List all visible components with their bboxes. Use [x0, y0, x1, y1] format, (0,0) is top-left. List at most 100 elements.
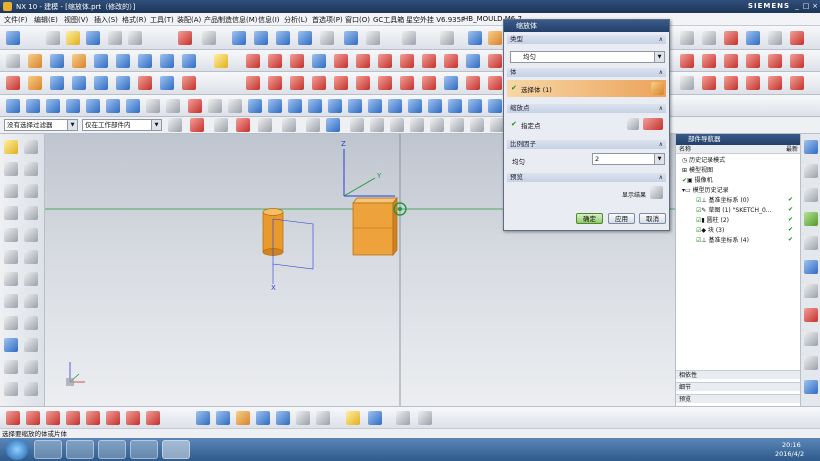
- spline-tool-icon[interactable]: [4, 250, 18, 264]
- menu-file[interactable]: 文件(F): [4, 15, 28, 25]
- snap-control-point-icon[interactable]: [390, 118, 404, 132]
- scale-body-dialog[interactable]: 缩放体 类型 ∧ 均匀 ▼ 体 ∧ ✔ 选择体 (1) 缩放点 ∧ ✔ 指定点 比例因…: [503, 19, 670, 231]
- open-folder-icon[interactable]: [66, 31, 80, 45]
- midsurface-icon[interactable]: [488, 76, 502, 90]
- cancel-button[interactable]: 取消: [639, 213, 666, 224]
- view-iso-icon[interactable]: [298, 31, 312, 45]
- edit-tool-6-icon[interactable]: [296, 411, 310, 425]
- cylinder-icon[interactable]: [50, 54, 64, 68]
- bounded-plane-icon[interactable]: [94, 76, 108, 90]
- curve-bridge-icon[interactable]: [790, 54, 804, 68]
- fit-view-icon[interactable]: [178, 31, 192, 45]
- constraint-navigator-icon[interactable]: [804, 164, 818, 178]
- analysis-radius-icon[interactable]: [768, 76, 782, 90]
- line-tool-icon[interactable]: [24, 140, 38, 154]
- web-browser-icon[interactable]: [804, 260, 818, 274]
- mould-tool-2-icon[interactable]: [26, 99, 40, 113]
- system-scenes-icon[interactable]: [804, 380, 818, 394]
- divide-curve-icon[interactable]: [4, 360, 18, 374]
- text-a-icon[interactable]: [368, 411, 382, 425]
- reuse-library-icon[interactable]: [804, 212, 818, 226]
- view-right-icon[interactable]: [276, 31, 290, 45]
- ok-button[interactable]: 确定: [576, 213, 603, 224]
- edit-tool-5-icon[interactable]: [276, 411, 290, 425]
- project-curve-icon[interactable]: [4, 338, 18, 352]
- profile-icon[interactable]: [4, 162, 18, 176]
- point-dialog-icon[interactable]: [627, 118, 639, 130]
- fillet-tool-icon[interactable]: [24, 184, 38, 198]
- copy-icon[interactable]: [128, 31, 142, 45]
- snap-existing-icon[interactable]: [470, 118, 484, 132]
- apply-button[interactable]: 应用: [608, 213, 635, 224]
- mould-tool-14-icon[interactable]: [268, 99, 282, 113]
- taskbar-ie-button[interactable]: [34, 440, 62, 459]
- shell-icon[interactable]: [290, 54, 304, 68]
- mould-tool-10-icon[interactable]: [188, 99, 202, 113]
- column-name[interactable]: 名称: [679, 146, 691, 153]
- curve-spline-icon[interactable]: [724, 54, 738, 68]
- vector-icon[interactable]: [258, 118, 272, 132]
- selection-filter-dropdown[interactable]: 没有选择过滤器 ▼: [4, 119, 78, 131]
- subtract-icon[interactable]: [138, 54, 152, 68]
- snap-toggle-icon[interactable]: [190, 118, 204, 132]
- menu-gc-toolbox[interactable]: GC工具箱: [373, 15, 404, 25]
- analysis-slope-icon[interactable]: [790, 76, 804, 90]
- scope-dropdown[interactable]: 仅在工作部件内 ▼: [82, 119, 162, 131]
- snap-on-curve-icon[interactable]: [490, 118, 504, 132]
- mould-tool-11-icon[interactable]: [208, 99, 222, 113]
- maximize-button[interactable]: □: [802, 2, 810, 10]
- body-section[interactable]: 体 ∧: [507, 68, 666, 77]
- text-style-icon[interactable]: [418, 411, 432, 425]
- mould-tool-3-icon[interactable]: [46, 99, 60, 113]
- rect-select-icon[interactable]: [306, 118, 320, 132]
- menu-window[interactable]: 窗口(O): [345, 15, 370, 25]
- curve-line-icon[interactable]: [680, 54, 694, 68]
- rectangle-tool-icon[interactable]: [4, 206, 18, 220]
- tree-item[interactable]: ◷ 历史记录模式: [682, 156, 725, 165]
- mould-tool-7-icon[interactable]: [126, 99, 140, 113]
- corner-icon[interactable]: [24, 360, 38, 374]
- snap-end-point-icon[interactable]: [350, 118, 364, 132]
- tree-item[interactable]: ☑◆ 块 (3): [696, 226, 724, 235]
- snap-center-icon[interactable]: [746, 31, 760, 45]
- curve-arc-icon[interactable]: [702, 54, 716, 68]
- taskbar-explorer-button[interactable]: [98, 440, 126, 459]
- section-surface-icon[interactable]: [444, 76, 458, 90]
- mould-tool-24-icon[interactable]: [468, 99, 482, 113]
- new-file-icon[interactable]: [46, 31, 60, 45]
- mould-tool-22-icon[interactable]: [428, 99, 442, 113]
- cut-icon[interactable]: [108, 31, 122, 45]
- navigator-header[interactable]: 部件导航器: [676, 134, 801, 145]
- studio-surface-icon[interactable]: [116, 76, 130, 90]
- dependency-panel[interactable]: 相依性: [676, 370, 801, 379]
- view-front-icon[interactable]: [254, 31, 268, 45]
- point-section[interactable]: 缩放点 ∧: [507, 104, 666, 113]
- zoom-icon[interactable]: [202, 31, 216, 45]
- start-orb-icon[interactable]: [6, 439, 28, 460]
- offset-surface-icon[interactable]: [290, 76, 304, 90]
- mould-tool-8-icon[interactable]: [146, 99, 160, 113]
- snap-mid-icon[interactable]: [724, 31, 738, 45]
- tree-item[interactable]: ☑✎ 草图 (1) "SKETCH_0...: [696, 206, 772, 215]
- mould-tool-9-icon[interactable]: [166, 99, 180, 113]
- view-trimetric-icon[interactable]: [320, 31, 334, 45]
- cube-select-icon[interactable]: [326, 118, 340, 132]
- snap-end-icon[interactable]: [702, 31, 716, 45]
- mould-tool-16-icon[interactable]: [308, 99, 322, 113]
- tree-item[interactable]: ⊞ 模型视图: [682, 166, 713, 175]
- match-edge-icon[interactable]: [356, 76, 370, 90]
- taskbar-folder-button[interactable]: [130, 440, 158, 459]
- general-selection-icon[interactable]: [168, 118, 182, 132]
- ellipse-tool-icon[interactable]: [4, 228, 18, 242]
- snap-intersection-icon[interactable]: [410, 118, 424, 132]
- drafting-tool-5-icon[interactable]: [86, 411, 100, 425]
- tree-item[interactable]: ☑⊥ 基准坐标系 (0): [696, 196, 749, 205]
- menu-insert[interactable]: 插入(S): [94, 15, 118, 25]
- law-extension-icon[interactable]: [160, 76, 174, 90]
- block-icon[interactable]: [28, 54, 42, 68]
- shaded-icon[interactable]: [344, 31, 358, 45]
- menu-edit[interactable]: 编辑(E): [34, 15, 58, 25]
- mould-tool-18-icon[interactable]: [348, 99, 362, 113]
- patch-icon[interactable]: [466, 54, 480, 68]
- drafting-tool-7-icon[interactable]: [126, 411, 140, 425]
